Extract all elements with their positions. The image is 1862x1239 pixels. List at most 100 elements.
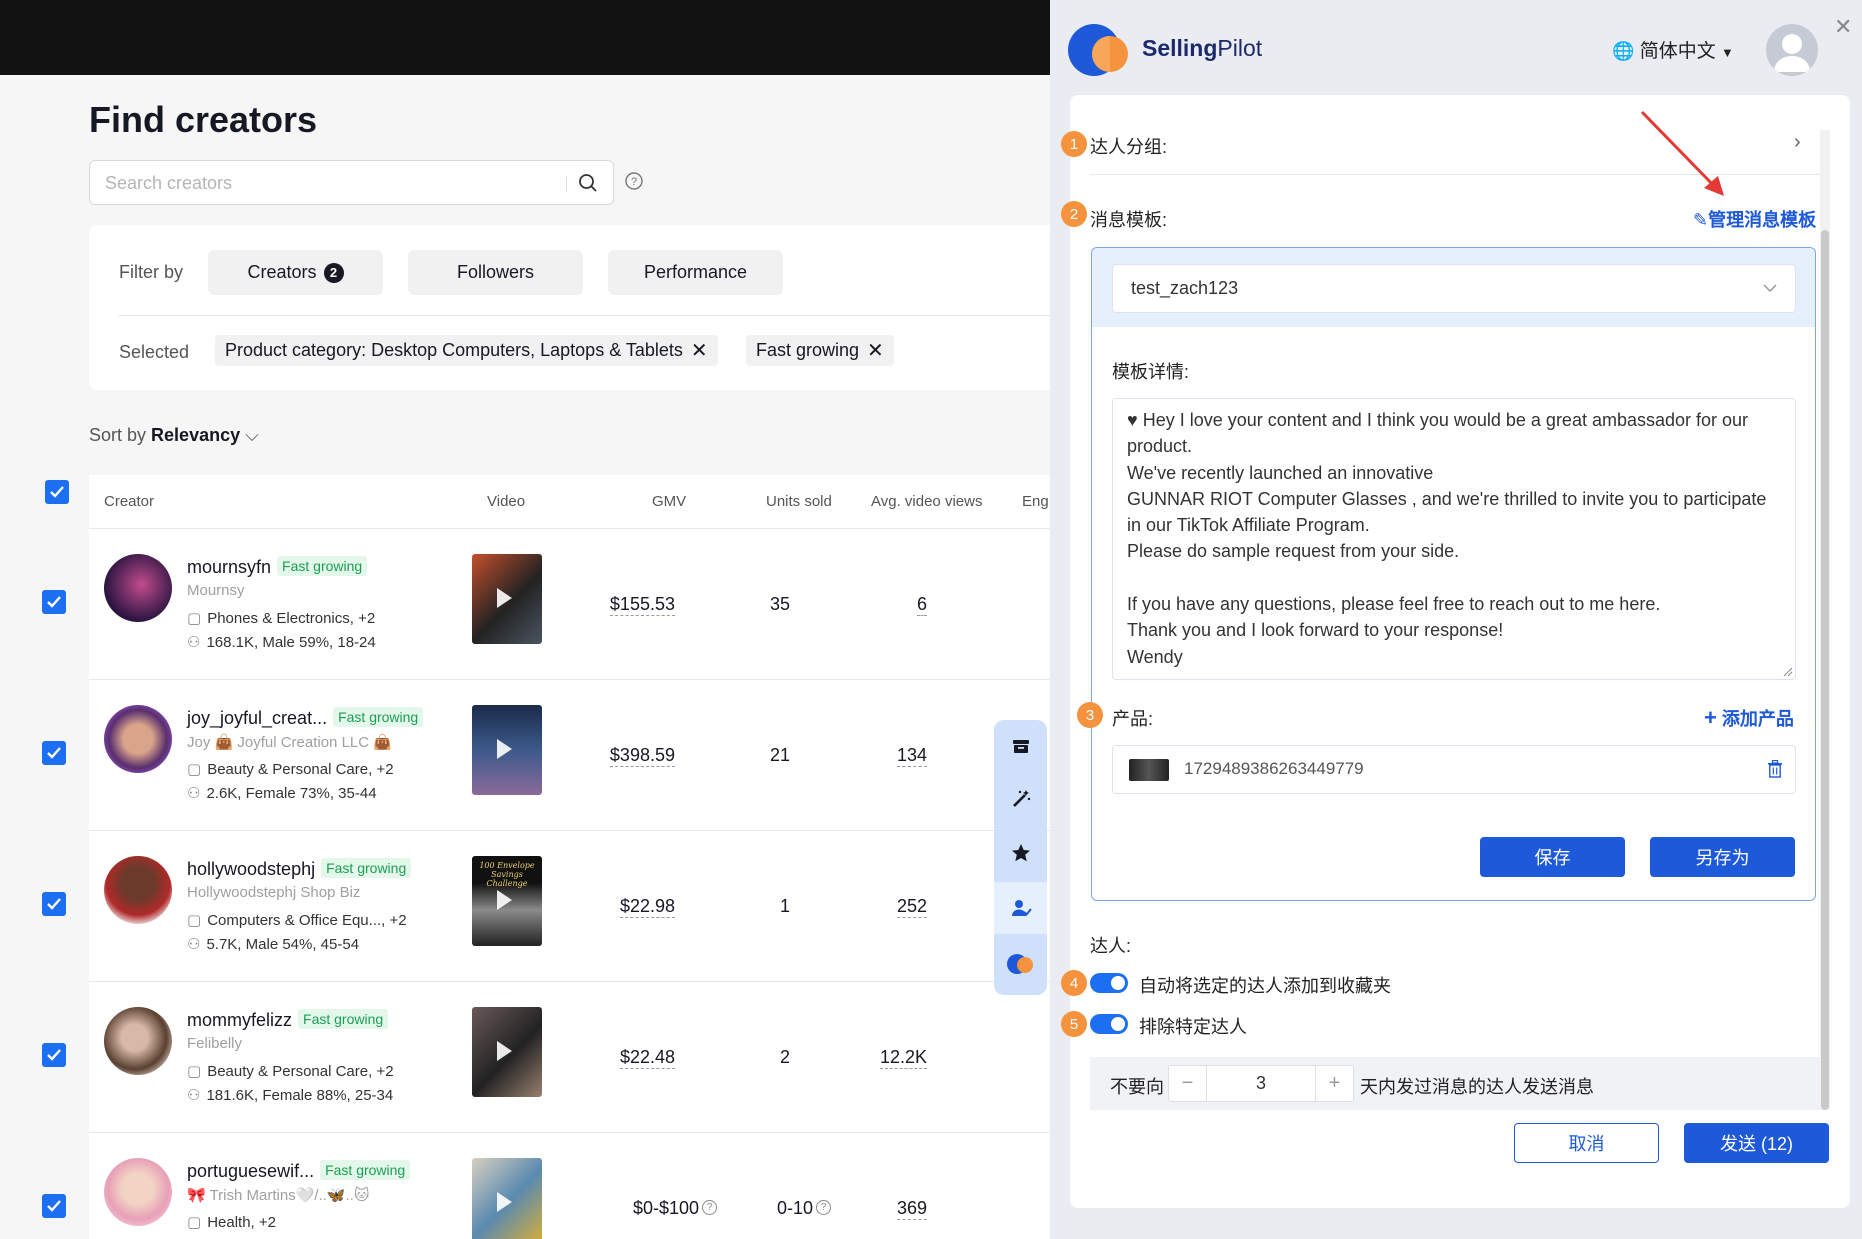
magic-wand-icon[interactable]: [994, 773, 1047, 825]
star-icon[interactable]: [994, 827, 1047, 879]
manage-templates-link[interactable]: ✎管理消息模板: [1693, 206, 1816, 232]
auto-add-toggle[interactable]: [1090, 973, 1128, 993]
days-value[interactable]: 3: [1207, 1066, 1315, 1101]
video-caption: 100 Envelope Savings Challenge: [479, 861, 535, 888]
filter-creators-button[interactable]: Creators 2: [208, 250, 383, 295]
close-icon[interactable]: ✕: [1834, 14, 1852, 40]
language-selector[interactable]: 🌐 简体中文 ▼: [1612, 36, 1734, 63]
units-range-text: 0-10: [776, 1198, 813, 1218]
row-checkbox[interactable]: [42, 1043, 66, 1067]
table-row[interactable]: mournsyfn Fast growing Mournsy ▢ Phones & …: [89, 528, 1050, 678]
table-row[interactable]: mommyfelizz Fast growing Felibelly ▢ Beaut…: [89, 981, 1050, 1131]
template-detail-label: 模板详情:: [1112, 362, 1190, 382]
user-avatar[interactable]: [1766, 24, 1818, 76]
archive-icon[interactable]: [994, 720, 1047, 772]
row-checkbox[interactable]: [42, 590, 66, 614]
search-icon[interactable]: [578, 173, 598, 193]
search-divider: [566, 176, 567, 192]
row-checkbox[interactable]: [42, 741, 66, 765]
product-id: 1729489386263449779: [1184, 759, 1364, 778]
top-bar: [0, 0, 1050, 75]
play-icon: [497, 890, 512, 910]
search-placeholder: Search creators: [105, 173, 233, 193]
creator-category: ▢ Beauty & Personal Care, +2: [187, 1062, 394, 1080]
add-product-link[interactable]: + 添加产品: [1704, 705, 1794, 731]
chevron-down-icon: [1763, 284, 1777, 293]
selected-tag-fast-growing: Fast growing ✕: [746, 335, 894, 366]
column-header-engagement[interactable]: Eng: [1022, 493, 1049, 510]
creator-username[interactable]: hollywoodstephj Fast growing: [187, 858, 412, 880]
scrollbar-thumb[interactable]: [1821, 230, 1829, 1110]
trash-icon[interactable]: [1767, 760, 1783, 778]
avatar[interactable]: [104, 554, 172, 622]
filter-followers-button[interactable]: Followers: [408, 250, 583, 295]
video-thumbnail[interactable]: [472, 1158, 542, 1239]
search-input[interactable]: Search creators: [89, 160, 614, 205]
help-icon[interactable]: ?: [625, 172, 643, 190]
username-text: portuguesewif...: [187, 1161, 315, 1181]
column-header-gmv[interactable]: GMV: [652, 493, 686, 510]
creator-audience: ⚇ 168.1K, Male 59%, 18-24: [187, 633, 376, 651]
column-header-avg-video-views[interactable]: Avg. video views: [871, 493, 982, 510]
creator-nickname: Mournsy: [187, 582, 245, 599]
avatar[interactable]: [104, 856, 172, 924]
decrement-button[interactable]: −: [1169, 1066, 1207, 1101]
table-row[interactable]: joy_joyful_creat... Fast growing Joy 👜 Jo…: [89, 679, 1050, 829]
username-text: joy_joyful_creat...: [187, 708, 328, 728]
save-as-button[interactable]: 另存为: [1650, 837, 1795, 877]
creator-nickname: 🎀 Trish Martins🤍/..🦋..🐱: [187, 1187, 370, 1204]
video-thumbnail[interactable]: [472, 705, 542, 795]
creator-username[interactable]: mommyfelizz Fast growing: [187, 1009, 389, 1031]
template-body-textarea[interactable]: ♥ Hey I love your content and I think yo…: [1112, 398, 1796, 680]
exclude-creators-toggle[interactable]: [1090, 1014, 1128, 1034]
remove-tag-icon[interactable]: ✕: [867, 341, 884, 361]
gmv-help-icon[interactable]: ?: [702, 1200, 717, 1215]
avg-views-value: 6: [916, 594, 927, 616]
audience-text: 168.1K, Male 59%, 18-24: [206, 634, 376, 651]
row-checkbox[interactable]: [42, 892, 66, 916]
save-button[interactable]: 保存: [1480, 837, 1625, 877]
table-row[interactable]: portuguesewif... Fast growing 🎀 Trish Mar…: [89, 1132, 1050, 1239]
fast-growing-badge: Fast growing: [321, 858, 412, 878]
creator-audience: ⚇ 5.7K, Male 54%, 45-54: [187, 935, 359, 953]
days-stepper[interactable]: − 3 +: [1168, 1065, 1354, 1102]
column-header-units-sold[interactable]: Units sold: [766, 493, 832, 510]
increment-button[interactable]: +: [1315, 1066, 1353, 1101]
video-thumbnail[interactable]: 100 Envelope Savings Challenge: [472, 856, 542, 946]
avatar[interactable]: [104, 1007, 172, 1075]
creator-username[interactable]: mournsyfn Fast growing: [187, 556, 368, 578]
username-text: mommyfelizz: [187, 1010, 293, 1030]
avatar[interactable]: [104, 1158, 172, 1226]
select-all-checkbox[interactable]: [45, 480, 69, 504]
creator-audience: ⚇ 181.6K, Female 88%, 25-34: [187, 1086, 393, 1104]
video-thumbnail[interactable]: [472, 1007, 542, 1097]
category-text: Phones & Electronics, +2: [207, 610, 376, 627]
edit-icon: ✎: [1693, 210, 1709, 230]
gmv-value: $0-$100: [633, 1198, 699, 1219]
sellingpilot-logo-icon[interactable]: [994, 938, 1047, 990]
filter-performance-button[interactable]: Performance: [608, 250, 783, 295]
cancel-button[interactable]: 取消: [1514, 1123, 1659, 1163]
resize-handle-icon[interactable]: [1783, 667, 1793, 677]
username-text: hollywoodstephj: [187, 859, 316, 879]
table-row[interactable]: hollywoodstephj Fast growing Hollywoodste…: [89, 830, 1050, 980]
tag-label: Product category: Desktop Computers, Lap…: [225, 340, 683, 360]
creator-nickname: Felibelly: [187, 1035, 243, 1052]
step-badge-4: 4: [1061, 970, 1087, 996]
avatar[interactable]: [104, 705, 172, 773]
video-thumbnail[interactable]: [472, 554, 542, 644]
creator-category: ▢ Phones & Electronics, +2: [187, 609, 375, 627]
creator-username[interactable]: joy_joyful_creat... Fast growing: [187, 707, 424, 729]
creator-audience: ⚇ 2.6K, Female 73%, 35-44: [187, 784, 377, 802]
remove-tag-icon[interactable]: ✕: [691, 341, 708, 361]
gmv-value: $155.53: [609, 594, 675, 616]
send-button[interactable]: 发送 (12): [1684, 1123, 1829, 1163]
units-help-icon[interactable]: ?: [816, 1200, 831, 1215]
row-checkbox[interactable]: [42, 1194, 66, 1218]
sort-dropdown[interactable]: Sort by Relevancy ⌵: [89, 425, 259, 446]
creator-username[interactable]: portuguesewif... Fast growing: [187, 1160, 411, 1182]
user-check-icon[interactable]: [994, 882, 1047, 934]
chevron-right-icon[interactable]: ›: [1794, 131, 1801, 154]
chevron-down-icon: ⌵: [245, 425, 259, 445]
template-select[interactable]: test_zach123: [1112, 264, 1796, 313]
